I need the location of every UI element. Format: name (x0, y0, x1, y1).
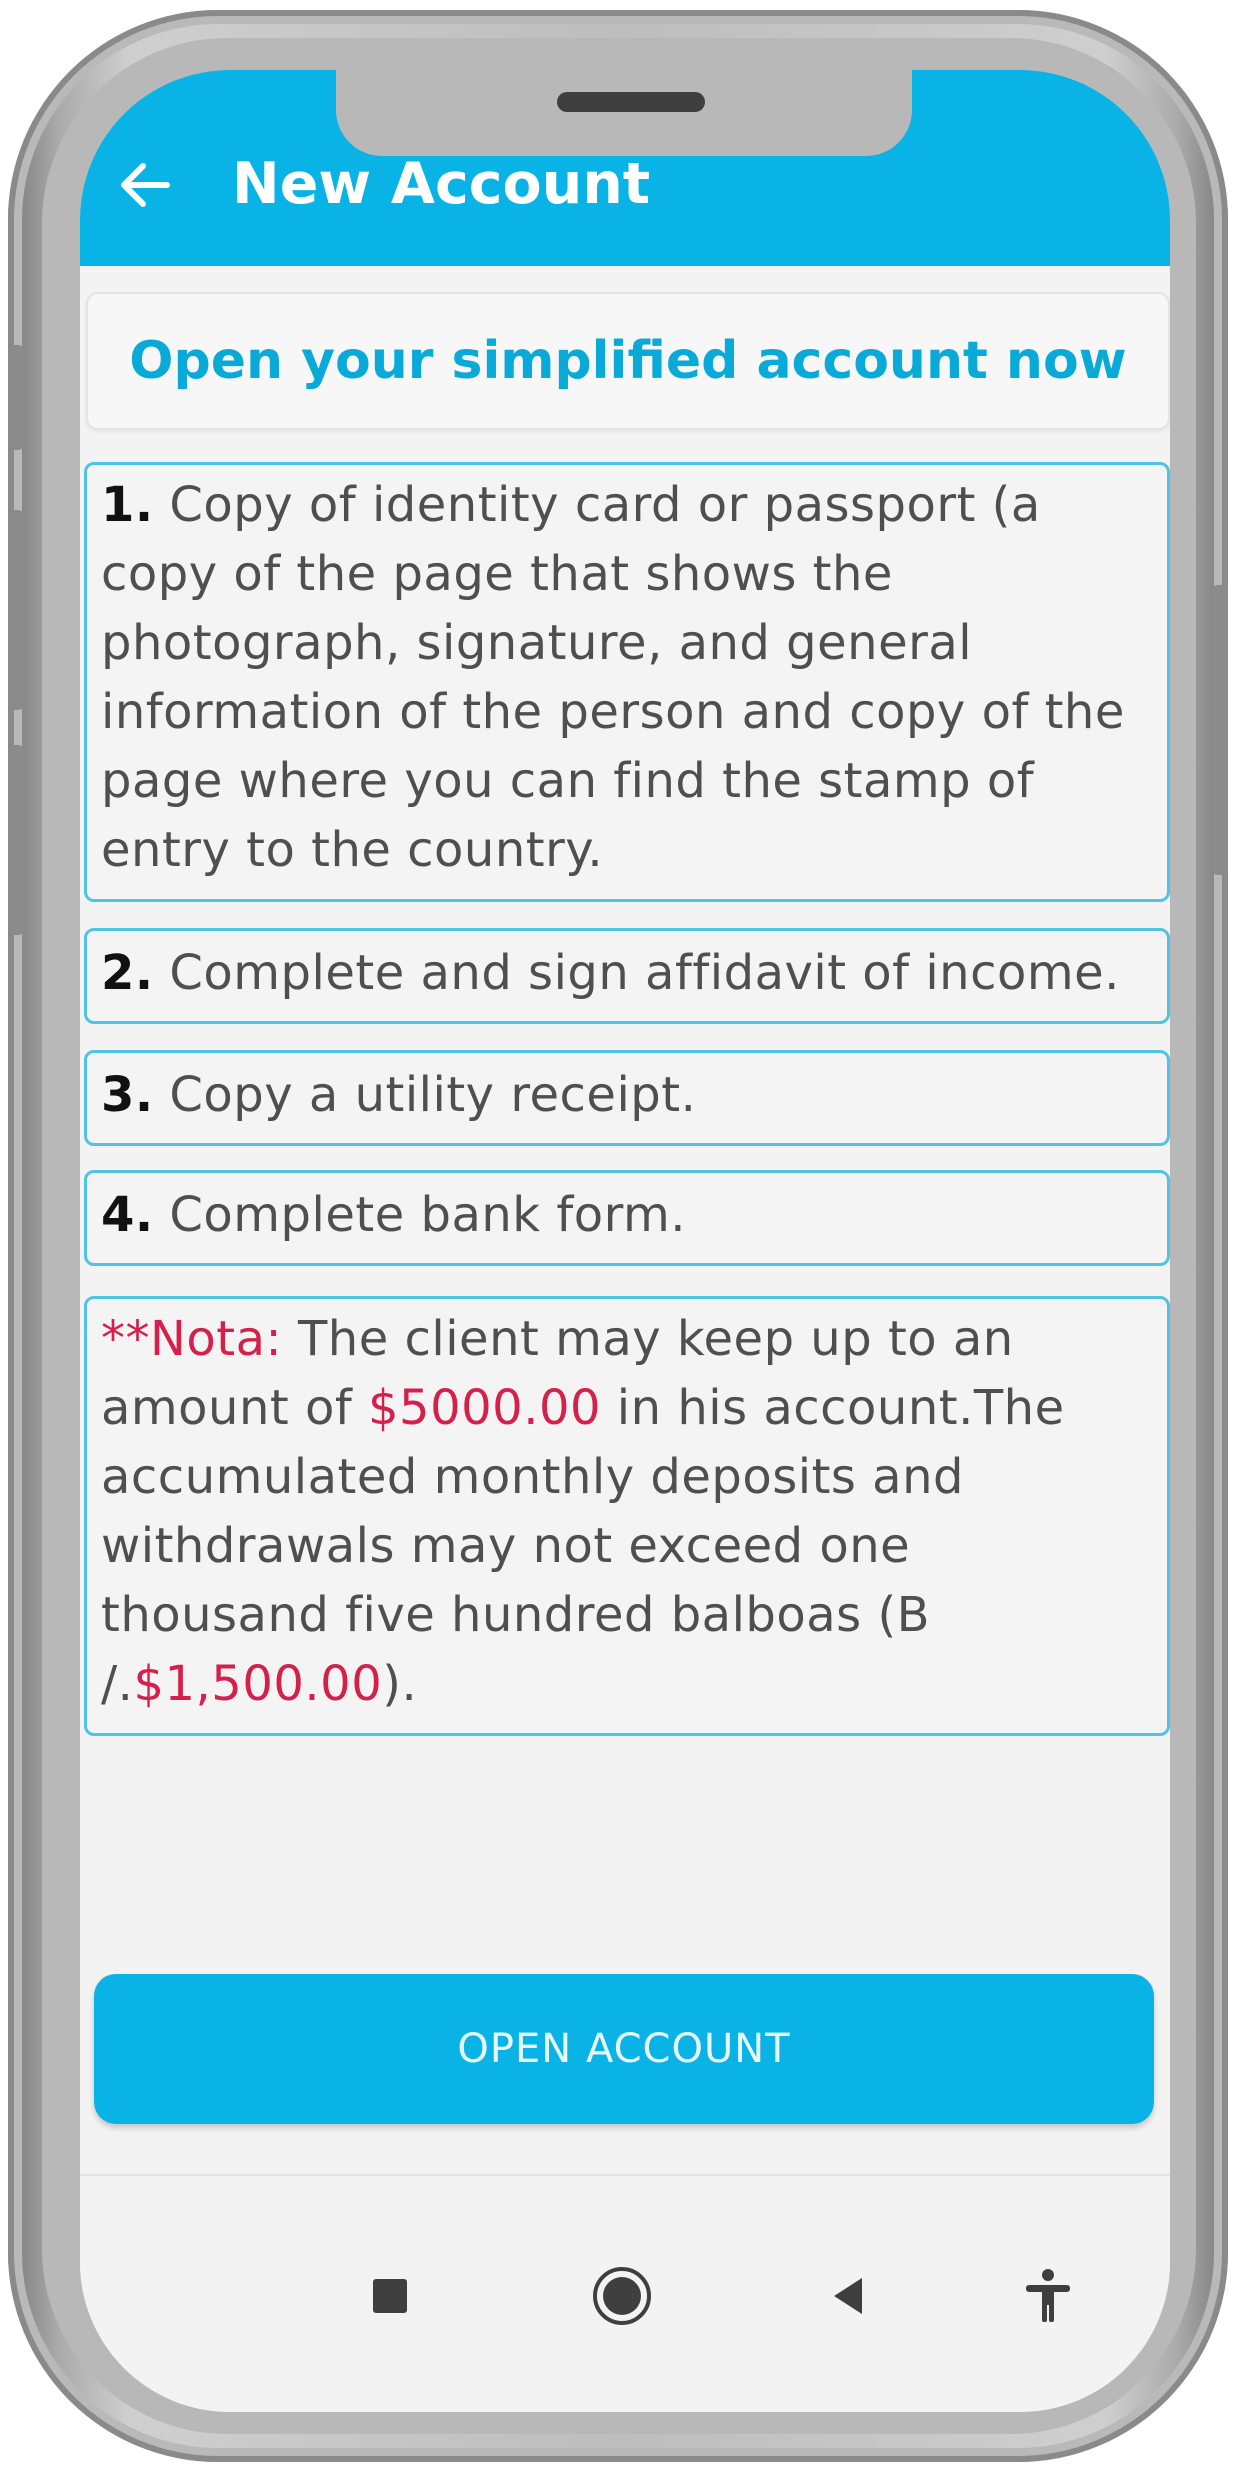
note-amount-limit: $5000.00 (368, 1380, 602, 1436)
requirement-text: Copy of identity card or passport (a cop… (101, 477, 1125, 878)
accessibility-button[interactable] (1008, 2256, 1088, 2336)
note-amount-monthly: $1,500.00 (133, 1656, 383, 1712)
headline: Open your simplified account now (129, 331, 1127, 391)
accessibility-icon (1026, 2269, 1070, 2322)
speaker-grille (557, 92, 705, 112)
home-circle-icon (593, 2267, 651, 2325)
phone-frame: New Account Open your simplified account… (8, 10, 1228, 2462)
power-button (1212, 585, 1228, 875)
requirement-number: 1. (101, 477, 154, 533)
requirement-text: Copy a utility receipt. (169, 1067, 697, 1123)
requirement-text: Complete bank form. (169, 1187, 687, 1243)
open-account-label: OPEN ACCOUNT (457, 2026, 791, 2072)
mute-button (8, 345, 24, 450)
android-nav-bar (80, 2174, 1170, 2412)
requirement-number: 3. (101, 1067, 154, 1123)
headline-card: Open your simplified account now (86, 292, 1170, 430)
note-label: **Nota: (101, 1311, 283, 1367)
requirement-text: Complete and sign affidavit of income. (169, 945, 1120, 1001)
back-triangle-icon (834, 2278, 862, 2314)
back-button[interactable] (110, 150, 180, 220)
camera-notch (336, 70, 912, 156)
note-text: ). (382, 1656, 418, 1712)
home-button[interactable] (582, 2256, 662, 2336)
recents-button[interactable] (350, 2256, 430, 2336)
volume-up-button (8, 510, 24, 710)
square-icon (373, 2279, 407, 2313)
volume-down-button (8, 745, 24, 935)
open-account-button[interactable]: OPEN ACCOUNT (94, 1974, 1154, 2124)
requirement-item: 1. Copy of identity card or passport (a … (84, 462, 1170, 902)
screen: New Account Open your simplified account… (80, 70, 1170, 2412)
system-back-button[interactable] (810, 2256, 890, 2336)
requirement-number: 4. (101, 1187, 154, 1243)
requirement-item: 2. Complete and sign affidavit of income… (84, 928, 1170, 1024)
note-card: **Nota: The client may keep up to an amo… (84, 1296, 1170, 1736)
requirement-number: 2. (101, 945, 154, 1001)
arrow-left-icon (121, 163, 170, 207)
page-title: New Account (232, 151, 651, 217)
requirement-item: 3. Copy a utility receipt. (84, 1050, 1170, 1146)
requirement-item: 4. Complete bank form. (84, 1170, 1170, 1266)
